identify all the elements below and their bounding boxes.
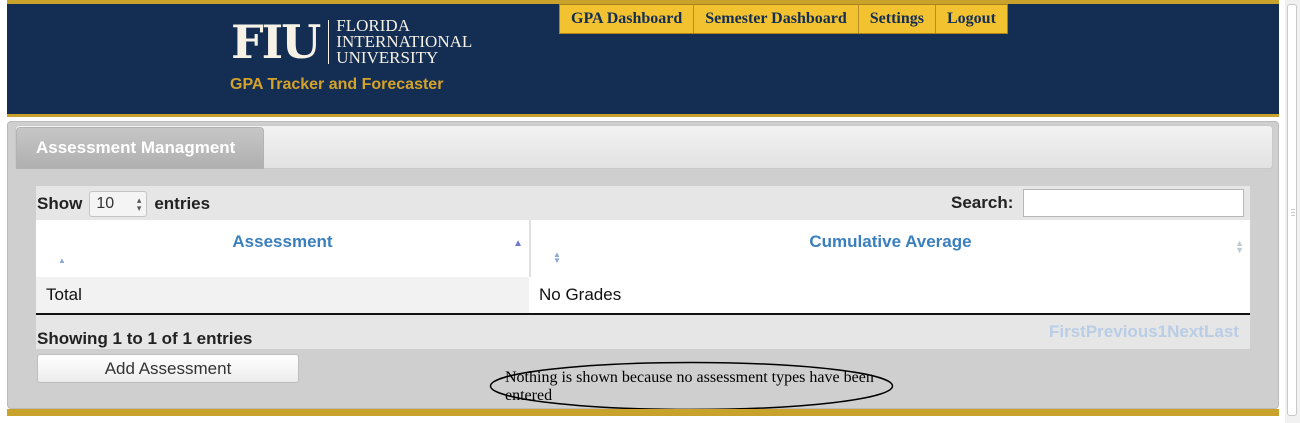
column-header-label: Assessment (232, 232, 333, 251)
logo-wordmark: FIU (231, 15, 321, 69)
sort-indicator-icon: ▲ ▼ (553, 250, 561, 265)
pagination-last[interactable]: Last (1204, 322, 1239, 342)
logo-line-3: UNIVERSITY (336, 48, 439, 67)
footer-bar (7, 409, 1279, 423)
entries-label: entries (154, 194, 211, 213)
nav-logout[interactable]: Logout (935, 5, 1007, 33)
nav-semester-dashboard[interactable]: Semester Dashboard (693, 5, 857, 33)
search-input[interactable] (1023, 189, 1245, 217)
table-row: Total No Grades (36, 277, 1250, 315)
scrollbar-grip-icon: – – – (1291, 206, 1295, 219)
sort-indicator-icon: ▲ (58, 256, 66, 265)
fiu-logo: FIU FLORIDA INTERNATIONAL UNIVERSITY (231, 15, 472, 69)
add-assessment-button[interactable]: Add Assessment (37, 354, 299, 383)
pagination-page-1[interactable]: 1 (1158, 322, 1167, 342)
page-length-control: Show 10 ▴ ▾ entries (37, 191, 210, 217)
pagination: First Previous 1 Next Last (1049, 322, 1239, 342)
table-cell-assessment: Total (46, 285, 82, 304)
nav-gpa-dashboard[interactable]: GPA Dashboard (560, 5, 693, 33)
column-header-label: Cumulative Average (809, 232, 972, 251)
table-search: Search: (951, 189, 1245, 217)
annotation-note: Nothing is shown because no assessment t… (505, 369, 874, 404)
app-tagline: GPA Tracker and Forecaster (230, 76, 444, 93)
show-label: Show (37, 194, 83, 213)
table-header: Assessment ▲ ▲ Cumulative Average ▲ ▼ ▲ ▼ (36, 220, 1250, 277)
column-header-cumulative-average[interactable]: Cumulative Average ▲ ▼ ▲ ▼ (531, 220, 1250, 277)
column-header-assessment[interactable]: Assessment ▲ ▲ (36, 220, 531, 277)
page-length-value: 10 (96, 195, 115, 212)
search-label: Search: (951, 193, 1014, 212)
sort-both-icon: ▲ ▼ (1235, 238, 1244, 255)
sort-ascending-icon: ▲ (513, 238, 523, 249)
table-cell-cumulative-average: No Grades (529, 277, 1250, 313)
nav-settings[interactable]: Settings (857, 5, 935, 33)
tab-assessment-management[interactable]: Assessment Managment (16, 127, 264, 169)
main-nav: GPA Dashboard Semester Dashboard Setting… (559, 4, 1008, 34)
select-arrows-icon: ▴ ▾ (136, 195, 142, 213)
logo-divider (328, 20, 330, 64)
pagination-previous[interactable]: Previous (1086, 322, 1158, 342)
logo-university-name: FLORIDA INTERNATIONAL UNIVERSITY (336, 17, 472, 67)
page-length-select[interactable]: 10 ▴ ▾ (89, 191, 148, 217)
pagination-first[interactable]: First (1049, 322, 1086, 342)
table-info: Showing 1 to 1 of 1 entries (37, 329, 253, 348)
pagination-next[interactable]: Next (1167, 322, 1204, 342)
